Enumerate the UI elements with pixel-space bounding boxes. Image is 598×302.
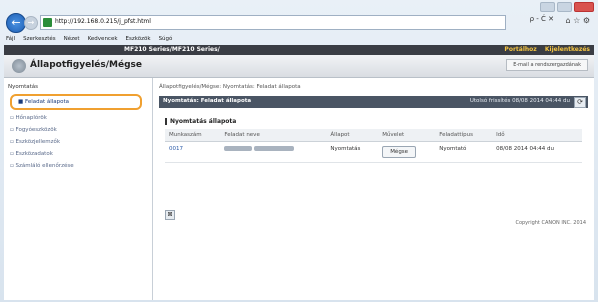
back-arrow-icon[interactable]: ← xyxy=(6,13,26,33)
navigation-bar: ← → http://192.168.0.215/j_pfst.html ρ -… xyxy=(4,12,594,33)
sidebar-item-consumables[interactable]: ▫ Fogyóeszközök xyxy=(4,124,152,136)
browser-window: ← → http://192.168.0.215/j_pfst.html ρ -… xyxy=(0,0,598,302)
job-status: Nyomtatás xyxy=(326,141,379,163)
sidebar-item-job-status[interactable]: ■ Feladat állapota xyxy=(10,94,142,110)
table-header-row: Munkaszám Feladat neve Állapot Művelet F… xyxy=(165,129,582,142)
copyright-text: Copyright CANON INC. 2014 xyxy=(515,220,586,226)
section-title: Nyomtatás: Feladat állapota xyxy=(163,98,252,104)
bullet-icon: ▫ xyxy=(10,139,14,145)
job-number-link[interactable]: 0017 xyxy=(165,141,221,163)
menu-file[interactable]: Fájl xyxy=(6,36,15,42)
page-title: Állapotfigyelés/Mégse xyxy=(30,60,143,70)
url-text: http://192.168.0.215/j_pfst.html xyxy=(55,18,151,25)
menu-bar: Fájl Szerkesztés Nézet Kedvencek Eszközö… xyxy=(0,34,598,44)
bullet-icon: ▫ xyxy=(10,163,14,169)
menu-favorites[interactable]: Kedvencek xyxy=(88,36,118,42)
portal-link[interactable]: Portálhoz xyxy=(504,46,536,53)
sidebar-item-log[interactable]: ▫ Hőnaplórök xyxy=(4,112,152,124)
table-row: 0017 Nyomtatás Mégse Nyomtató 08/08 2014… xyxy=(165,141,582,163)
bullet-icon: ▫ xyxy=(10,151,14,157)
job-time: 08/08 2014 04:44 du xyxy=(492,141,582,163)
job-table: Munkaszám Feladat neve Állapot Művelet F… xyxy=(165,129,582,163)
window-controls xyxy=(540,2,594,12)
minimize-button[interactable] xyxy=(540,2,555,12)
address-tools[interactable]: ρ - Ć ✕ xyxy=(530,15,554,23)
column-header: Munkaszám xyxy=(165,129,221,142)
panel-title: Nyomtatás állapota xyxy=(165,118,582,125)
column-header: Művelet xyxy=(378,129,436,142)
column-header: Feladat neve xyxy=(220,129,327,142)
sidebar-item-counter-check[interactable]: ▫ Számláló ellenőrzése xyxy=(4,160,152,172)
menu-help[interactable]: Súgó xyxy=(159,36,173,42)
page-header: Állapotfigyelés/Mégse E-mail a rendszerg… xyxy=(4,55,594,78)
top-links: Portálhoz Kijelentkezés xyxy=(498,46,590,53)
section-bar: Nyomtatás: Feladat állapota Utolsó friss… xyxy=(159,96,588,108)
bullet-icon: ▫ xyxy=(10,115,14,121)
job-name-redacted xyxy=(220,141,327,163)
status-panel: Nyomtatás állapota Munkaszám Feladat nev… xyxy=(165,112,582,204)
printer-model: MF210 Series/MF210 Series/ xyxy=(124,46,220,53)
sidebar-item-label: Fogyóeszközök xyxy=(15,127,57,133)
status-monitor-icon xyxy=(12,59,26,73)
printer-title-bar: MF210 Series/MF210 Series/ Portálhoz Kij… xyxy=(4,45,594,55)
sidebar-item-label: Hőnaplórök xyxy=(15,115,47,121)
sidebar: Nyomtatás ■ Feladat állapota ▫ Hőnaplórö… xyxy=(4,78,153,300)
last-update: Utolsó frissítés 08/08 2014 04:44 du xyxy=(469,98,570,104)
job-action-cell: Mégse xyxy=(378,141,436,163)
expand-icon[interactable]: ⊠ xyxy=(165,210,175,220)
mail-admin-button[interactable]: E-mail a rendszergazdának xyxy=(506,59,588,71)
menu-view[interactable]: Nézet xyxy=(64,36,80,42)
address-bar[interactable]: http://192.168.0.215/j_pfst.html xyxy=(40,15,506,30)
breadcrumb: Állapotfigyelés/Mégse: Nyomtatás: Felada… xyxy=(159,84,301,90)
main-content: Állapotfigyelés/Mégse: Nyomtatás: Felada… xyxy=(153,78,594,300)
bullet-icon: ■ xyxy=(18,99,24,105)
refresh-icon[interactable]: ⟳ xyxy=(574,97,586,108)
sidebar-item-device-info[interactable]: ▫ Eszközadatok xyxy=(4,148,152,160)
site-favicon-icon xyxy=(43,18,52,27)
close-button[interactable] xyxy=(574,2,594,12)
maximize-button[interactable] xyxy=(557,2,572,12)
sidebar-item-label: Eszközjellemzők xyxy=(15,139,61,145)
sidebar-item-label: Számláló ellenőrzése xyxy=(15,163,74,169)
bullet-icon: ▫ xyxy=(10,127,14,133)
column-header: Állapot xyxy=(326,129,379,142)
forward-arrow-icon[interactable]: → xyxy=(24,16,38,30)
sidebar-item-label: Feladat állapota xyxy=(24,99,70,105)
sidebar-item-device-features[interactable]: ▫ Eszközjellemzők xyxy=(4,136,152,148)
sidebar-group-print: Nyomtatás xyxy=(8,84,39,90)
logout-link[interactable]: Kijelentkezés xyxy=(545,46,590,53)
sidebar-item-label: Eszközadatok xyxy=(15,151,53,157)
menu-edit[interactable]: Szerkesztés xyxy=(23,36,56,42)
column-header: Feladattípus xyxy=(435,129,493,142)
job-type: Nyomtató xyxy=(435,141,493,163)
cancel-job-button[interactable]: Mégse xyxy=(382,146,417,158)
column-header: Idő xyxy=(492,129,582,142)
menu-tools[interactable]: Eszközök xyxy=(126,36,151,42)
browser-toolbar-icons[interactable]: ⌂ ☆ ⚙ xyxy=(565,16,590,25)
